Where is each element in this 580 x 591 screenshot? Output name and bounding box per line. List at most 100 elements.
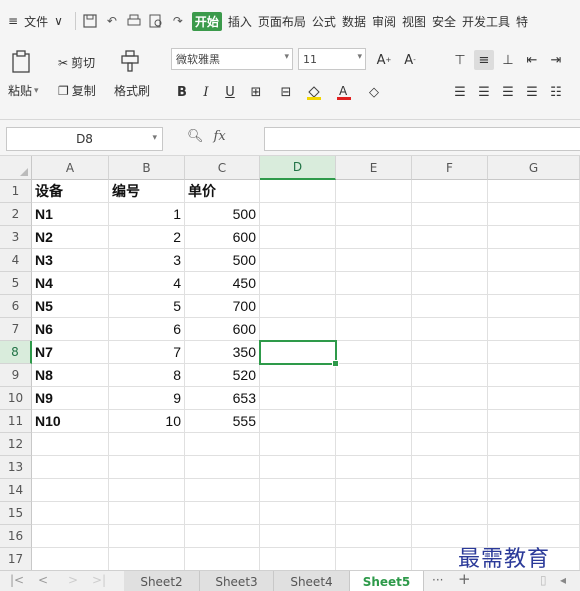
cell-c14[interactable] (185, 479, 260, 502)
name-box[interactable]: D8 ▾ (6, 127, 163, 151)
cell-c10[interactable]: 653 (185, 387, 260, 410)
font-size-select[interactable]: 11 ▾ (298, 48, 366, 70)
chevron-down-icon[interactable]: ∨ (54, 14, 63, 28)
row-header-1[interactable]: 1 (0, 180, 32, 203)
cell-c5[interactable]: 450 (185, 272, 260, 295)
cell-c9[interactable]: 520 (185, 364, 260, 387)
tab-formulas[interactable]: 公式 (312, 13, 336, 30)
cell-g10[interactable] (488, 387, 580, 410)
cell-c17[interactable] (185, 548, 260, 570)
cell-g6[interactable] (488, 295, 580, 318)
column-header-b[interactable]: B (109, 156, 185, 180)
undo-icon[interactable]: ↶ (104, 13, 120, 29)
cell-e12[interactable] (336, 433, 412, 456)
cell-c8[interactable]: 350 (185, 341, 260, 364)
cell-b6[interactable]: 5 (109, 295, 185, 318)
column-header-a[interactable]: A (32, 156, 109, 180)
cell-e13[interactable] (336, 456, 412, 479)
cell-g12[interactable] (488, 433, 580, 456)
cell-a4[interactable]: N3 (32, 249, 109, 272)
paste-icon[interactable] (10, 50, 32, 74)
paste-button[interactable]: 粘贴 ▾ (8, 82, 39, 99)
bold-icon[interactable]: B (172, 82, 192, 102)
cell-g2[interactable] (488, 203, 580, 226)
tab-review[interactable]: 审阅 (372, 13, 396, 30)
fx-icon[interactable]: fx (214, 129, 226, 144)
cell-a17[interactable] (32, 548, 109, 570)
cell-e10[interactable] (336, 387, 412, 410)
align-center-icon[interactable]: ☰ (474, 82, 494, 102)
cell-e4[interactable] (336, 249, 412, 272)
font-name-select[interactable]: 微软雅黑 ▾ (171, 48, 293, 70)
cell-d4[interactable] (260, 249, 336, 272)
align-middle-icon[interactable]: ≡ (474, 50, 494, 70)
cell-b10[interactable]: 9 (109, 387, 185, 410)
cell-g14[interactable] (488, 479, 580, 502)
fill-color-icon[interactable] (304, 82, 324, 102)
cell-c7[interactable]: 600 (185, 318, 260, 341)
cell-f12[interactable] (412, 433, 488, 456)
cell-e14[interactable] (336, 479, 412, 502)
cell-b16[interactable] (109, 525, 185, 548)
zoom-search-icon[interactable]: 🔍︎ (187, 129, 204, 144)
column-header-e[interactable]: E (336, 156, 412, 180)
cell-e17[interactable] (336, 548, 412, 570)
row-header-9[interactable]: 9 (0, 364, 32, 387)
tab-security[interactable]: 安全 (432, 13, 456, 30)
sheet-tab-sheet3[interactable]: Sheet3 (200, 571, 274, 591)
print-preview-icon[interactable] (148, 13, 164, 29)
cell-d5[interactable] (260, 272, 336, 295)
increase-font-icon[interactable]: A + (374, 50, 394, 70)
prev-sheet-icon[interactable]: < (38, 573, 48, 587)
row-header-13[interactable]: 13 (0, 456, 32, 479)
format-painter-icon[interactable] (120, 50, 140, 72)
cell-f3[interactable] (412, 226, 488, 249)
cell-b7[interactable]: 6 (109, 318, 185, 341)
cell-b9[interactable]: 8 (109, 364, 185, 387)
cell-d17[interactable] (260, 548, 336, 570)
tab-insert[interactable]: 插入 (228, 13, 252, 30)
selected-cell-d8[interactable] (259, 340, 339, 367)
align-bottom-icon[interactable]: ⊥ (498, 50, 518, 70)
clear-format-icon[interactable]: ◇ (364, 82, 384, 102)
cell-a12[interactable] (32, 433, 109, 456)
cell-f1[interactable] (412, 180, 488, 203)
align-left-icon[interactable]: ☰ (450, 82, 470, 102)
cell-e7[interactable] (336, 318, 412, 341)
cell-a13[interactable] (32, 456, 109, 479)
cell-c3[interactable]: 600 (185, 226, 260, 249)
cell-a2[interactable]: N1 (32, 203, 109, 226)
cell-a11[interactable]: N10 (32, 410, 109, 433)
row-header-10[interactable]: 10 (0, 387, 32, 410)
underline-icon[interactable]: U (220, 82, 240, 102)
cell-c2[interactable]: 500 (185, 203, 260, 226)
cell-g15[interactable] (488, 502, 580, 525)
cell-c16[interactable] (185, 525, 260, 548)
cell-f4[interactable] (412, 249, 488, 272)
sheet-tab-sheet4[interactable]: Sheet4 (274, 571, 350, 591)
cell-d2[interactable] (260, 203, 336, 226)
cell-d12[interactable] (260, 433, 336, 456)
cell-d3[interactable] (260, 226, 336, 249)
cell-e3[interactable] (336, 226, 412, 249)
cell-g5[interactable] (488, 272, 580, 295)
horizontal-scrollbar[interactable]: ▯ (540, 573, 547, 587)
row-header-15[interactable]: 15 (0, 502, 32, 525)
cell-d7[interactable] (260, 318, 336, 341)
cell-b5[interactable]: 4 (109, 272, 185, 295)
column-header-g[interactable]: G (488, 156, 580, 180)
cell-c4[interactable]: 500 (185, 249, 260, 272)
row-header-8[interactable]: 8 (0, 341, 32, 364)
sheet-tab-sheet2[interactable]: Sheet2 (124, 571, 200, 591)
hamburger-menu-icon[interactable]: ≡ (8, 14, 18, 28)
cell-c6[interactable]: 700 (185, 295, 260, 318)
redo-icon[interactable]: ↷ (170, 13, 186, 29)
cell-e15[interactable] (336, 502, 412, 525)
cut-button[interactable]: ✂ 剪切 (58, 54, 95, 71)
last-sheet-icon[interactable]: >| (92, 573, 106, 587)
file-menu[interactable]: 文件 (24, 13, 48, 30)
align-right-icon[interactable]: ☰ (498, 82, 518, 102)
scroll-left-icon[interactable]: ◂ (560, 573, 566, 587)
cell-e5[interactable] (336, 272, 412, 295)
cell-f11[interactable] (412, 410, 488, 433)
